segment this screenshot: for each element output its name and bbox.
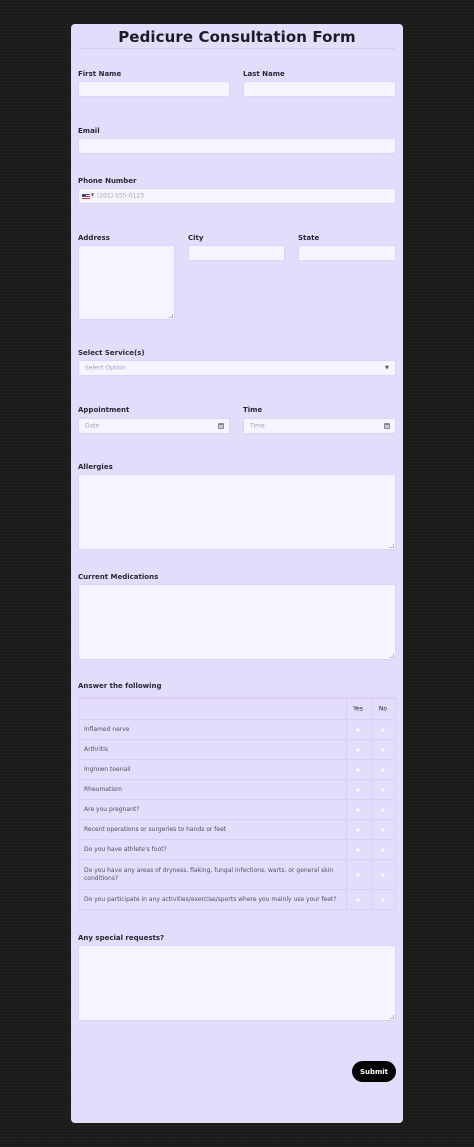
time-label: Time <box>243 406 263 414</box>
matrix-column-yes: Yes <box>353 705 363 713</box>
calendar-icon[interactable] <box>218 423 224 429</box>
yes-radio[interactable] <box>355 747 361 752</box>
us-flag-icon[interactable] <box>82 194 90 199</box>
last-name-label: Last Name <box>243 70 285 78</box>
chevron-down-icon: ▼ <box>385 365 389 371</box>
matrix-row: Do you have any areas of dryness, flakin… <box>79 859 395 889</box>
no-radio[interactable] <box>380 727 386 732</box>
matrix-row: Inflamed nerve <box>79 719 395 739</box>
matrix-question: Ingrown toenail <box>84 765 131 773</box>
yes-radio[interactable] <box>355 807 361 812</box>
special-requests-textarea[interactable] <box>78 945 396 1021</box>
city-input[interactable] <box>188 245 285 261</box>
yes-radio[interactable] <box>355 787 361 792</box>
matrix-row: Arthritis <box>79 739 395 759</box>
matrix-question: Are you pregnant? <box>84 805 140 813</box>
special-requests-label: Any special requests? <box>78 934 165 942</box>
date-placeholder: Date <box>85 422 100 430</box>
address-label: Address <box>78 234 110 242</box>
no-radio[interactable] <box>380 872 386 877</box>
matrix-row: Recent operations or surgeries to hands … <box>79 819 395 839</box>
city-label: City <box>188 234 204 242</box>
resize-handle-icon[interactable] <box>390 544 394 548</box>
matrix-row: Ingrown toenail <box>79 759 395 779</box>
matrix-question: Do you participate in any activities/exe… <box>84 895 337 903</box>
allergies-label: Allergies <box>78 463 113 471</box>
resize-handle-icon[interactable] <box>390 1015 394 1019</box>
email-input[interactable] <box>78 138 396 154</box>
chevron-down-icon: ▼ <box>91 192 95 197</box>
services-select[interactable]: Select Option ▼ <box>78 360 396 376</box>
no-radio[interactable] <box>380 847 386 852</box>
no-radio[interactable] <box>380 807 386 812</box>
appointment-date-input[interactable]: Date <box>78 418 230 434</box>
medications-label: Current Medications <box>78 573 159 581</box>
matrix-header-row: Yes No <box>79 698 395 719</box>
title-divider <box>79 48 395 49</box>
matrix-row: Are you pregnant? <box>79 799 395 819</box>
matrix-question: Rheumatism <box>84 785 122 793</box>
no-radio[interactable] <box>380 897 386 902</box>
matrix-question: Arthritis <box>84 745 109 753</box>
no-radio[interactable] <box>380 747 386 752</box>
yes-radio[interactable] <box>355 827 361 832</box>
services-placeholder: Select Option <box>85 364 126 372</box>
yes-radio[interactable] <box>355 872 361 877</box>
matrix-row: Do you participate in any activities/exe… <box>79 889 395 909</box>
no-radio[interactable] <box>380 827 386 832</box>
first-name-label: First Name <box>78 70 122 78</box>
state-label: State <box>298 234 320 242</box>
medications-textarea[interactable] <box>78 584 396 660</box>
submit-button[interactable]: Submit <box>352 1061 396 1082</box>
yes-radio[interactable] <box>355 847 361 852</box>
matrix-question: Do you have any areas of dryness, flakin… <box>84 866 334 882</box>
matrix-column-no: No <box>378 705 388 713</box>
allergies-textarea[interactable] <box>78 474 396 550</box>
phone-placeholder: (201) 555-0123 <box>97 192 144 200</box>
state-input[interactable] <box>298 245 396 261</box>
phone-label: Phone Number <box>78 177 137 185</box>
matrix-label: Answer the following <box>78 682 162 690</box>
resize-handle-icon[interactable] <box>169 314 173 318</box>
yes-radio[interactable] <box>355 897 361 902</box>
questions-matrix: Yes No Inflamed nerve Arthritis Ingrown … <box>78 697 396 910</box>
form-title: Pedicure Consultation Form <box>118 28 356 46</box>
yes-radio[interactable] <box>355 727 361 732</box>
matrix-row: Do you have athlete's foot? <box>79 839 395 859</box>
matrix-question: Do you have athlete's foot? <box>84 845 167 853</box>
services-label: Select Service(s) <box>78 349 145 357</box>
no-radio[interactable] <box>380 787 386 792</box>
yes-radio[interactable] <box>355 767 361 772</box>
time-input[interactable]: Time <box>243 418 396 434</box>
address-textarea[interactable] <box>78 245 175 320</box>
no-radio[interactable] <box>380 767 386 772</box>
matrix-row: Rheumatism <box>79 779 395 799</box>
phone-input[interactable]: ▼ (201) 555-0123 <box>78 188 396 204</box>
appointment-label: Appointment <box>78 406 130 414</box>
matrix-question: Recent operations or surgeries to hands … <box>84 825 227 833</box>
time-placeholder: Time <box>250 422 265 430</box>
consultation-form: Pedicure Consultation Form First Name La… <box>71 24 403 1123</box>
email-label: Email <box>78 127 100 135</box>
last-name-input[interactable] <box>243 81 396 97</box>
resize-handle-icon[interactable] <box>390 654 394 658</box>
calendar-icon[interactable] <box>384 423 390 429</box>
matrix-question: Inflamed nerve <box>84 725 130 733</box>
first-name-input[interactable] <box>78 81 230 97</box>
